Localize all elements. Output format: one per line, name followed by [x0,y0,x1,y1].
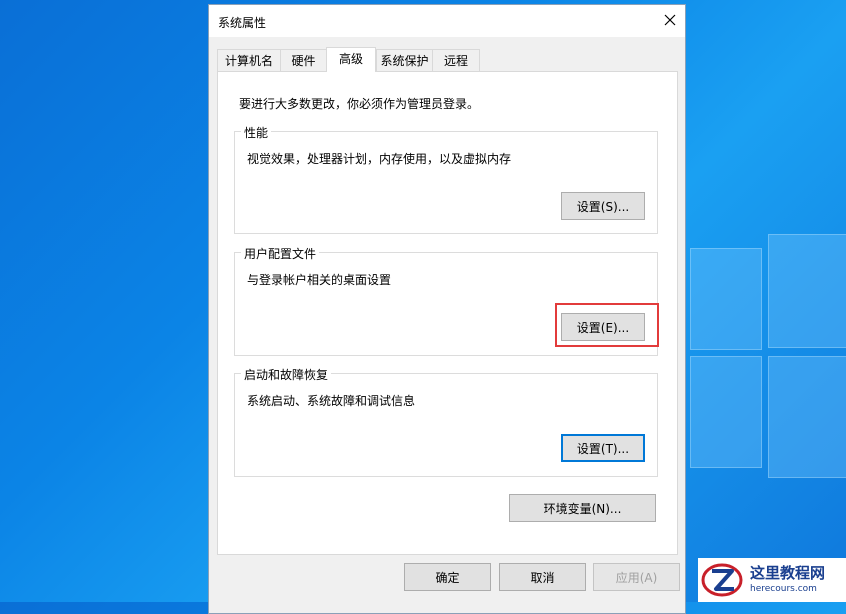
user-profiles-settings-button[interactable]: 设置(E)... [561,313,645,341]
performance-group: 性能 视觉效果，处理器计划，内存使用，以及虚拟内存 设置(S)... [234,124,658,234]
site-watermark: 这里教程网 herecours.com [698,558,846,602]
tab-system-protection[interactable]: 系统保护 [376,49,433,71]
startup-recovery-legend: 启动和故障恢复 [241,366,332,383]
watermark-title: 这里教程网 [750,564,826,582]
tab-advanced[interactable]: 高级 [326,47,376,72]
tab-computer-name[interactable]: 计算机名 [217,49,281,71]
system-properties-dialog: 系统属性 计算机名 硬件 高级 系统保护 远程 要进行大多数更改，你必须作为管理… [208,4,686,614]
window-title: 系统属性 [218,16,267,30]
apply-button[interactable]: 应用(A) [593,563,680,591]
performance-legend: 性能 [241,124,272,141]
startup-recovery-settings-button[interactable]: 设置(T)... [561,434,645,462]
close-button[interactable] [655,5,685,35]
close-icon [664,14,676,26]
user-profiles-group: 用户配置文件 与登录帐户相关的桌面设置 设置(E)... [234,245,659,356]
watermark-logo-icon [701,563,743,597]
performance-description: 视觉效果，处理器计划，内存使用，以及虚拟内存 [247,152,512,166]
watermark-url: herecours.com [750,584,817,594]
ok-button[interactable]: 确定 [404,563,491,591]
startup-recovery-group: 启动和故障恢复 系统启动、系统故障和调试信息 设置(T)... [234,366,658,477]
startup-recovery-description: 系统启动、系统故障和调试信息 [247,394,416,408]
advanced-tab-panel: 要进行大多数更改，你必须作为管理员登录。 性能 视觉效果，处理器计划，内存使用，… [217,71,678,555]
title-bar: 系统属性 [209,5,685,37]
tab-hardware[interactable]: 硬件 [280,49,327,71]
user-profiles-description: 与登录帐户相关的桌面设置 [247,273,392,287]
admin-notice: 要进行大多数更改，你必须作为管理员登录。 [239,97,480,111]
user-profiles-legend: 用户配置文件 [241,245,320,262]
tab-remote[interactable]: 远程 [432,49,480,71]
cancel-button[interactable]: 取消 [499,563,586,591]
performance-settings-button[interactable]: 设置(S)... [561,192,645,220]
windows-logo-decoration [690,228,846,478]
environment-variables-button[interactable]: 环境变量(N)... [509,494,656,522]
